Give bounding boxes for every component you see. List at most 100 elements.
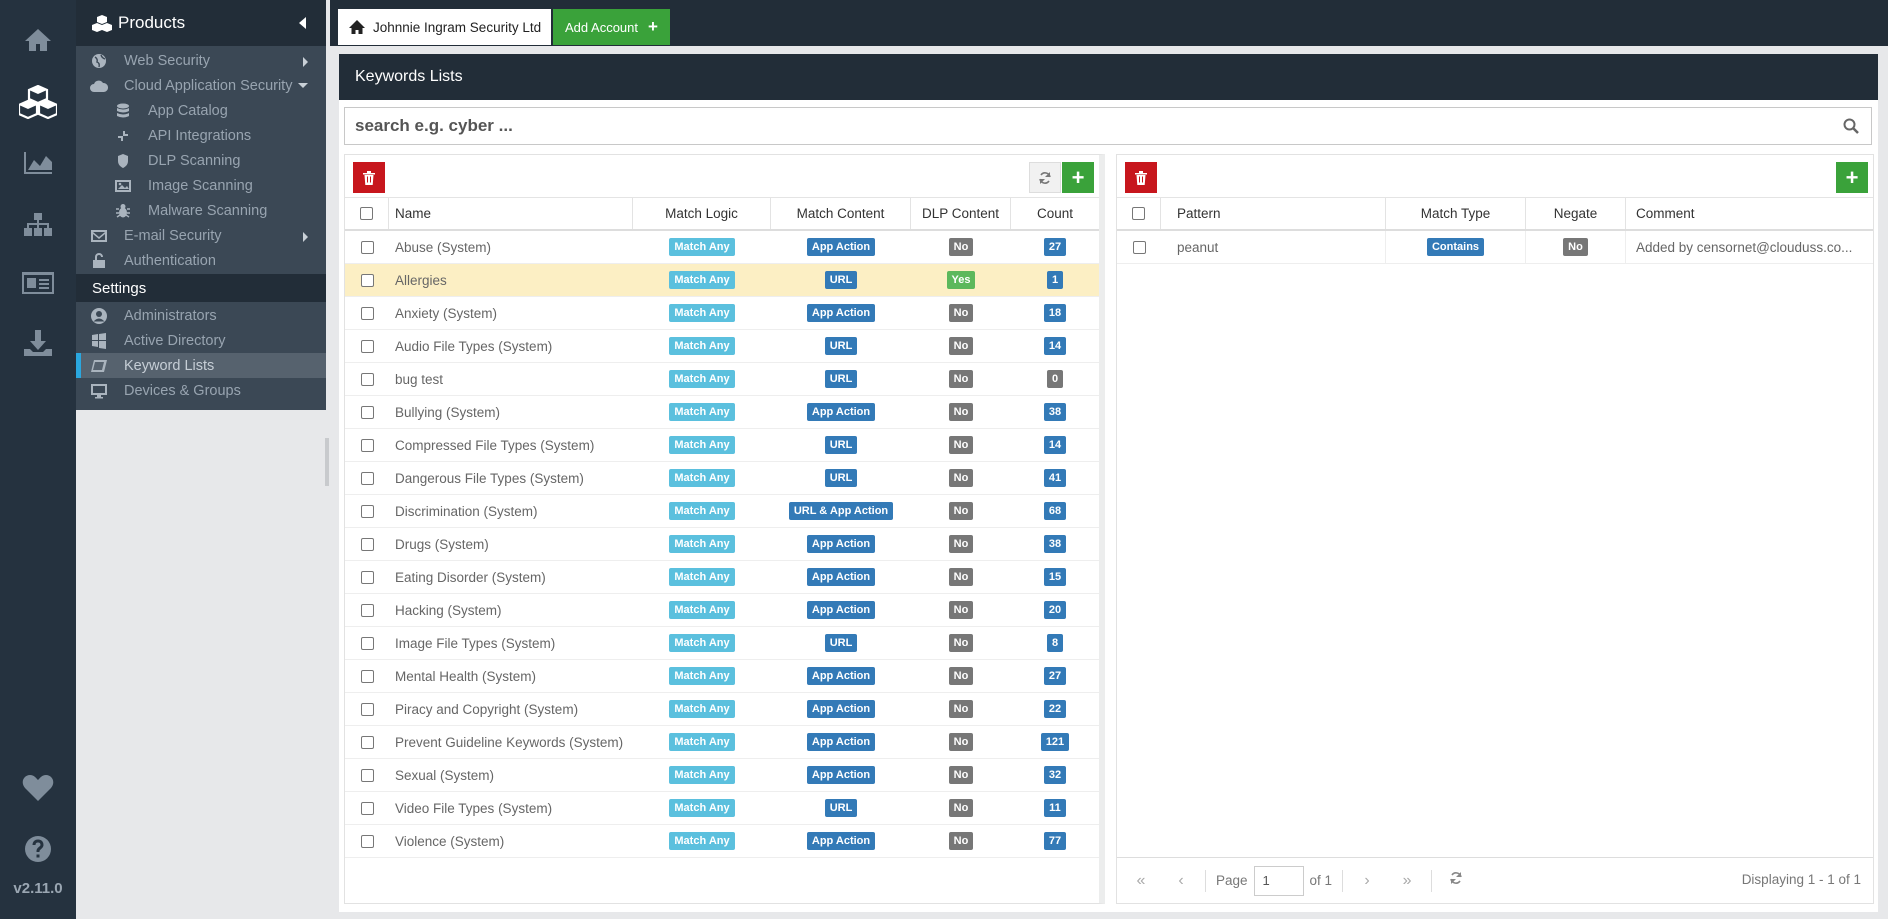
row-checkbox[interactable] [360, 339, 374, 353]
delete-button[interactable] [1125, 162, 1157, 193]
row-checkbox[interactable] [360, 504, 374, 518]
table-row[interactable]: Allergies Match Any URL Yes 1 [345, 264, 1099, 297]
table-row[interactable]: Dangerous File Types (System) Match Any UR… [345, 462, 1099, 495]
row-checkbox[interactable] [360, 372, 374, 386]
cell-match-content: App Action [771, 825, 911, 857]
help-icon[interactable] [0, 829, 76, 869]
table-row[interactable]: Prevent Guideline Keywords (System) Match… [345, 726, 1099, 759]
sidebar-item-image-scanning[interactable]: Image Scanning [76, 173, 326, 198]
last-page-icon[interactable]: » [1387, 872, 1427, 890]
table-row[interactable]: Drugs (System) Match Any App Action No 38 [345, 528, 1099, 561]
chart-icon[interactable] [0, 143, 76, 183]
table-row[interactable]: Video File Types (System) Match Any URL No 1… [345, 792, 1099, 825]
sidebar-item-app-catalog[interactable]: App Catalog [76, 98, 326, 123]
search-icon[interactable] [1843, 118, 1859, 137]
sitemap-icon[interactable] [0, 205, 76, 245]
col-match-content[interactable]: Match Content [771, 198, 911, 229]
sidebar-item-active-directory[interactable]: Active Directory [76, 328, 326, 353]
count-badge: 77 [1043, 832, 1067, 850]
row-checkbox[interactable] [360, 471, 374, 485]
sidebar-item-malware-scanning[interactable]: Malware Scanning [76, 198, 326, 223]
products-header[interactable]: Products [76, 0, 326, 46]
sidebar-resize-handle[interactable] [325, 438, 329, 486]
add-account-button[interactable]: Add Account + [553, 9, 670, 45]
row-checkbox[interactable] [360, 735, 374, 749]
sidebar-item-cloud-application-security[interactable]: Cloud Application Security [76, 73, 326, 98]
account-tab[interactable]: Johnnie Ingram Security Ltd [338, 9, 552, 45]
table-row[interactable]: Violence (System) Match Any App Action No 77 [345, 825, 1099, 858]
cubes-icon [92, 14, 112, 32]
row-checkbox[interactable] [360, 768, 374, 782]
col-comment[interactable]: Comment [1626, 198, 1872, 229]
col-name[interactable]: Name [389, 198, 633, 229]
col-pattern[interactable]: Pattern [1161, 198, 1386, 229]
row-checkbox[interactable] [360, 570, 374, 584]
table-row[interactable]: Mental Health (System) Match Any App Actio… [345, 660, 1099, 693]
sidebar-item-email-security[interactable]: E-mail Security [76, 223, 326, 248]
row-checkbox[interactable] [360, 273, 374, 287]
sidebar-item-api-integrations[interactable]: API Integrations [76, 123, 326, 148]
refresh-icon[interactable] [1436, 871, 1476, 890]
col-count[interactable]: Count [1011, 198, 1099, 229]
row-checkbox[interactable] [360, 306, 374, 320]
search-input[interactable] [355, 116, 1815, 136]
row-checkbox[interactable] [360, 702, 374, 716]
refresh-button[interactable] [1029, 162, 1061, 193]
id-card-icon[interactable] [0, 263, 76, 303]
table-row[interactable]: Audio File Types (System) Match Any URL No 1… [345, 330, 1099, 363]
col-match-type[interactable]: Match Type [1386, 198, 1526, 229]
table-row[interactable]: peanut Contains No Added by censornet@cloud… [1117, 231, 1873, 264]
row-checkbox[interactable] [360, 669, 374, 683]
match-logic-badge: Match Any [669, 832, 735, 850]
add-list-button[interactable]: + [1062, 162, 1094, 193]
sidebar-item-web-security[interactable]: Web Security [76, 48, 326, 73]
row-checkbox[interactable] [360, 240, 374, 254]
cell-name: Bullying (System) [395, 404, 501, 420]
cell-dlp-content: No [911, 825, 1011, 857]
add-pattern-button[interactable]: + [1836, 162, 1868, 193]
sidebar-item-keyword-lists[interactable]: Keyword Lists [76, 353, 326, 378]
row-select-cell [345, 693, 389, 725]
row-checkbox[interactable] [360, 636, 374, 650]
sidebar-item-authentication[interactable]: Authentication [76, 248, 326, 273]
delete-button[interactable] [353, 162, 385, 193]
next-page-icon[interactable]: › [1347, 872, 1387, 890]
prev-page-icon[interactable]: ‹ [1161, 872, 1201, 890]
table-row[interactable]: Compressed File Types (System) Match Any U… [345, 429, 1099, 462]
first-page-icon[interactable]: « [1121, 872, 1161, 890]
heart-icon[interactable] [0, 768, 76, 808]
user-icon [88, 307, 110, 325]
row-checkbox[interactable] [360, 801, 374, 815]
row-checkbox[interactable] [360, 438, 374, 452]
table-row[interactable]: Sexual (System) Match Any App Action No 32 [345, 759, 1099, 792]
download-icon[interactable] [0, 323, 76, 363]
col-dlp-content[interactable]: DLP Content [911, 198, 1011, 229]
row-checkbox[interactable] [1132, 240, 1146, 254]
row-checkbox[interactable] [360, 603, 374, 617]
row-checkbox[interactable] [360, 537, 374, 551]
col-negate[interactable]: Negate [1526, 198, 1626, 229]
table-row[interactable]: Image File Types (System) Match Any URL No 8 [345, 627, 1099, 660]
row-checkbox[interactable] [360, 834, 374, 848]
select-all-checkbox[interactable] [1132, 207, 1145, 220]
cubes-icon[interactable] [0, 82, 76, 122]
table-row[interactable]: Hacking (System) Match Any App Action No 20 [345, 594, 1099, 627]
table-row[interactable]: bug test Match Any URL No 0 [345, 363, 1099, 396]
sidebar-item-dlp-scanning[interactable]: DLP Scanning [76, 148, 326, 173]
table-row[interactable]: Piracy and Copyright (System) Match Any Ap… [345, 693, 1099, 726]
page-input[interactable] [1253, 865, 1304, 896]
home-icon[interactable] [0, 20, 76, 60]
table-row[interactable]: Eating Disorder (System) Match Any App Act… [345, 561, 1099, 594]
cell-match-content: URL [771, 363, 911, 395]
table-row[interactable]: Anxiety (System) Match Any App Action No 18 [345, 297, 1099, 330]
col-match-logic[interactable]: Match Logic [633, 198, 771, 229]
cell-match-logic: Match Any [633, 297, 771, 329]
table-row[interactable]: Discrimination (System) Match Any URL & Ap… [345, 495, 1099, 528]
table-row[interactable]: Bullying (System) Match Any App Action No 38 [345, 396, 1099, 429]
select-all-checkbox[interactable] [360, 207, 373, 220]
row-checkbox[interactable] [360, 405, 374, 419]
sidebar-item-administrators[interactable]: Administrators [76, 303, 326, 328]
table-row[interactable]: Abuse (System) Match Any App Action No 27 [345, 231, 1099, 264]
sidebar-item-devices-groups[interactable]: Devices & Groups [76, 378, 326, 403]
collapse-caret-icon[interactable] [299, 17, 306, 29]
